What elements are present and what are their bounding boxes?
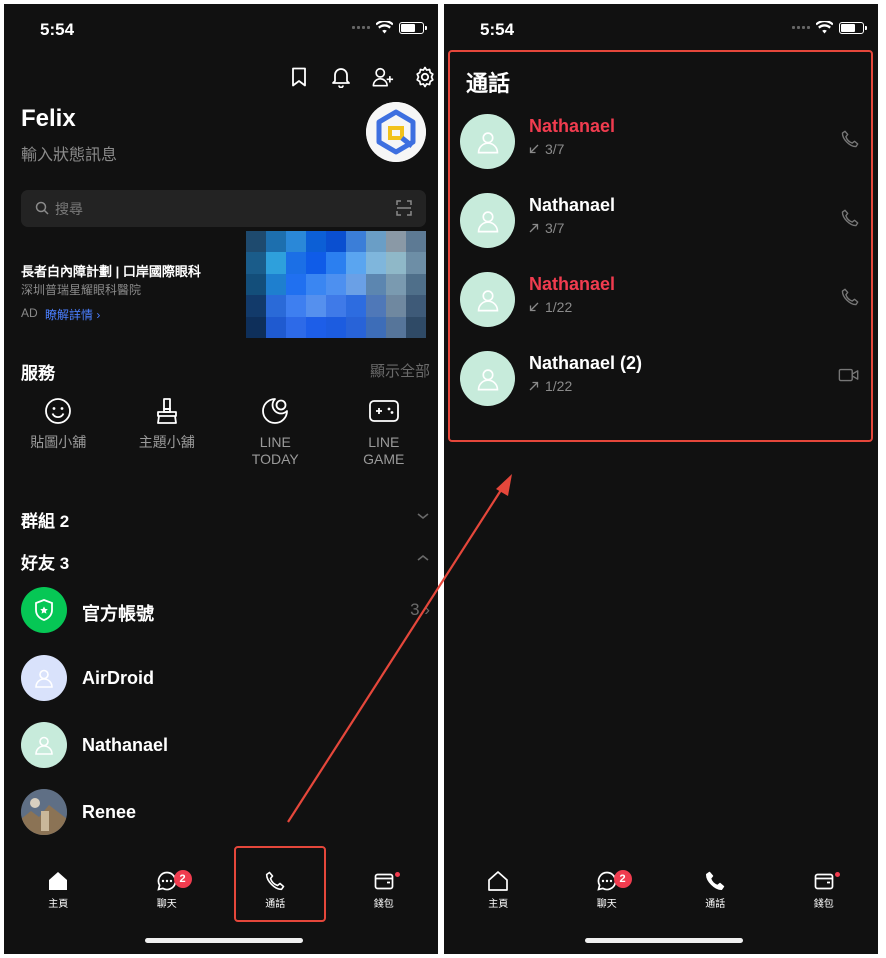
bookmark-icon[interactable] bbox=[288, 66, 310, 88]
friend-item-airdroid[interactable]: AirDroid bbox=[21, 655, 438, 705]
phone-screen-home: 5:54 Felix 輸入狀態訊息 搜尋 長者白內障計劃 | 口岸國際眼科 深圳… bbox=[4, 4, 438, 954]
tab-wallet[interactable]: 錢包 bbox=[330, 866, 439, 916]
chevron-up-icon[interactable] bbox=[416, 553, 430, 563]
battery-icon bbox=[839, 21, 867, 34]
brush-icon bbox=[113, 394, 222, 428]
annotation-highlight-calls-list bbox=[448, 50, 873, 442]
profile-avatar[interactable] bbox=[366, 102, 426, 162]
add-friend-icon[interactable] bbox=[372, 66, 394, 88]
status-time: 5:54 bbox=[40, 20, 75, 39]
service-label: LINE GAME bbox=[363, 434, 405, 467]
service-line-today[interactable]: LINE TODAY bbox=[221, 394, 330, 468]
status-icons bbox=[792, 21, 867, 34]
friends-heading[interactable]: 好友 3 bbox=[21, 549, 69, 574]
home-indicator[interactable] bbox=[145, 938, 303, 943]
ad-learn-more-link[interactable]: 瞭解詳情 › bbox=[45, 306, 100, 323]
official-account-count: 3 › bbox=[410, 600, 430, 619]
search-bar[interactable] bbox=[21, 190, 426, 227]
friend-name: Nathanael bbox=[82, 735, 169, 755]
status-time: 5:54 bbox=[480, 20, 515, 39]
photo-avatar-icon bbox=[21, 789, 67, 835]
home-indicator[interactable] bbox=[585, 938, 743, 943]
wifi-icon bbox=[816, 21, 833, 34]
tab-chats[interactable]: 2 聊天 bbox=[553, 866, 662, 916]
friend-name: Renee bbox=[82, 802, 137, 822]
ad-tag: AD bbox=[21, 306, 38, 320]
chat-icon bbox=[113, 866, 222, 892]
ad-image-pixelated bbox=[246, 231, 426, 338]
ad-title: 長者白內障計劃 | 口岸國際眼科 bbox=[21, 264, 201, 279]
tab-label: 主頁 bbox=[48, 899, 69, 910]
tab-label: 聊天 bbox=[156, 899, 177, 910]
wallet-icon bbox=[330, 866, 439, 892]
unread-badge: 2 bbox=[173, 870, 192, 888]
tab-wallet[interactable]: 錢包 bbox=[770, 866, 879, 916]
user-placeholder-icon bbox=[35, 669, 53, 688]
phone-icon bbox=[661, 866, 770, 892]
search-icon bbox=[35, 201, 49, 215]
gamepad-icon bbox=[330, 394, 439, 428]
top-action-bar bbox=[288, 66, 436, 88]
ad-banner[interactable]: 長者白內障計劃 | 口岸國際眼科 深圳普瑞星耀眼科醫院 AD 瞭解詳情 › bbox=[21, 231, 426, 339]
profile-name[interactable]: Felix bbox=[21, 105, 76, 133]
ad-subtitle: 深圳普瑞星耀眼科醫院 bbox=[21, 283, 142, 297]
status-bar: 5:54 bbox=[444, 4, 878, 54]
tab-chats[interactable]: 2 聊天 bbox=[113, 866, 222, 916]
avatar bbox=[21, 722, 67, 768]
tab-label: 錢包 bbox=[813, 899, 834, 910]
bottom-tab-bar: 主頁 2 聊天 通話 錢包 bbox=[4, 866, 438, 916]
friend-item-renee[interactable]: Renee bbox=[21, 789, 438, 839]
service-label: 貼圖小舖 bbox=[30, 434, 87, 450]
bottom-tab-bar: 主頁 2 聊天 通話 錢包 bbox=[444, 866, 878, 916]
search-input[interactable] bbox=[55, 190, 375, 227]
profile-logo-icon bbox=[366, 102, 426, 162]
annotation-highlight-calls-tab bbox=[234, 846, 326, 922]
moon-icon bbox=[221, 394, 330, 428]
friend-item-nathanael[interactable]: Nathanael bbox=[21, 722, 438, 772]
battery-icon bbox=[399, 21, 427, 34]
service-label: LINE TODAY bbox=[251, 434, 299, 467]
settings-gear-icon[interactable] bbox=[414, 66, 436, 88]
tab-calls[interactable]: 通話 bbox=[661, 866, 770, 916]
avatar-photo bbox=[21, 789, 67, 835]
service-sticker-shop[interactable]: 貼圖小舖 bbox=[4, 394, 113, 468]
friend-name: 官方帳號 bbox=[82, 604, 154, 624]
tab-home[interactable]: 主頁 bbox=[4, 866, 113, 916]
signal-icon bbox=[792, 26, 810, 29]
tab-label: 通話 bbox=[705, 899, 726, 910]
services-heading: 服務 bbox=[21, 364, 55, 383]
shield-star-icon bbox=[35, 599, 53, 621]
chat-icon bbox=[553, 866, 662, 892]
show-all-services-link[interactable]: 顯示全部 bbox=[370, 360, 430, 381]
home-icon bbox=[4, 866, 113, 892]
tab-home[interactable]: 主頁 bbox=[444, 866, 553, 916]
status-bar: 5:54 bbox=[4, 4, 438, 54]
friend-name: AirDroid bbox=[82, 668, 154, 688]
chevron-down-icon[interactable] bbox=[416, 511, 430, 521]
user-placeholder-icon bbox=[35, 736, 53, 755]
new-dot-badge bbox=[394, 872, 400, 877]
new-dot-badge bbox=[834, 872, 840, 877]
status-icons bbox=[352, 21, 427, 34]
status-message-input[interactable]: 輸入狀態訊息 bbox=[21, 141, 117, 165]
smiley-icon bbox=[4, 394, 113, 428]
service-theme-shop[interactable]: 主題小舖 bbox=[113, 394, 222, 468]
avatar bbox=[21, 655, 67, 701]
qr-scan-icon[interactable] bbox=[396, 200, 412, 216]
tab-label: 聊天 bbox=[596, 899, 617, 910]
signal-icon bbox=[352, 26, 370, 29]
home-icon bbox=[444, 866, 553, 892]
official-account-avatar bbox=[21, 587, 67, 633]
wallet-icon bbox=[770, 866, 879, 892]
bell-icon[interactable] bbox=[330, 66, 352, 88]
services-row: 貼圖小舖 主題小舖 LINE TODAY LINE GAME bbox=[4, 394, 438, 468]
unread-badge: 2 bbox=[613, 870, 632, 888]
service-label: 主題小舖 bbox=[138, 434, 195, 450]
friend-item-official-accounts[interactable]: 官方帳號 3 › bbox=[21, 587, 438, 637]
groups-heading[interactable]: 群組 2 bbox=[21, 507, 69, 532]
tab-label: 主頁 bbox=[488, 899, 509, 910]
tab-label: 錢包 bbox=[373, 899, 394, 910]
service-line-game[interactable]: LINE GAME bbox=[330, 394, 439, 468]
wifi-icon bbox=[376, 21, 393, 34]
